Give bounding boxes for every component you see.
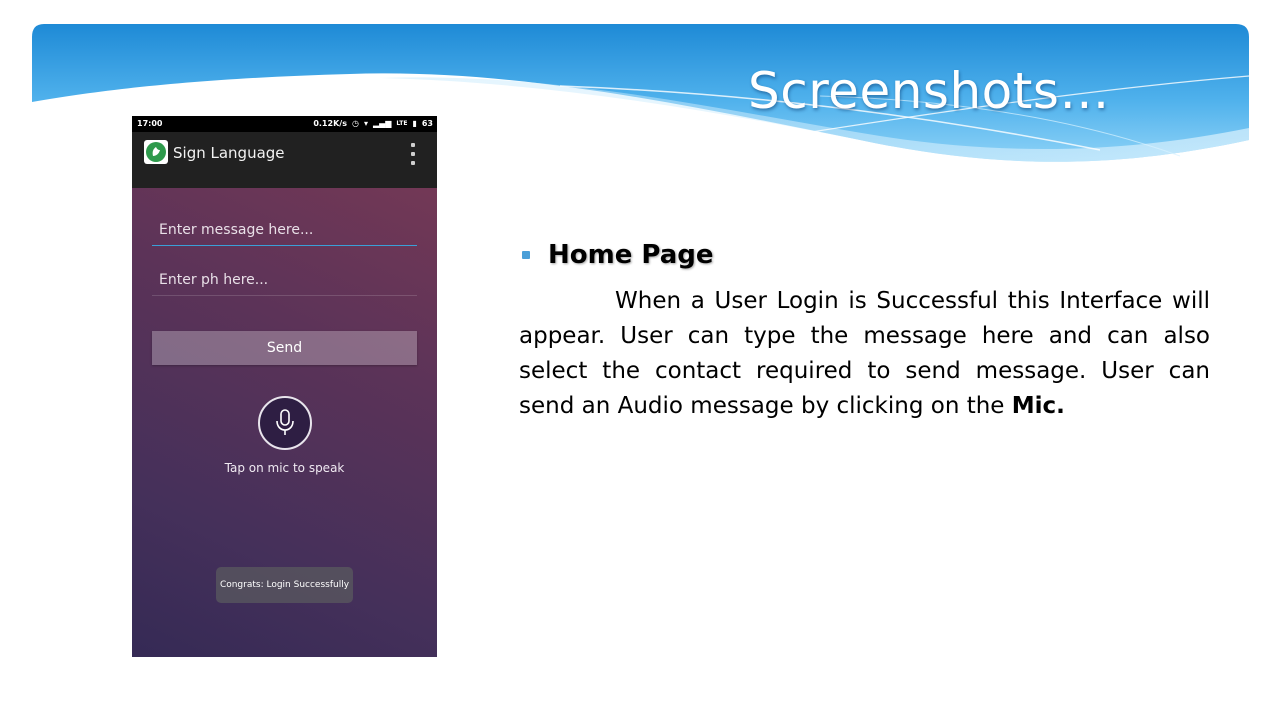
section-heading: Home Page [548, 240, 714, 270]
alarm-icon: ◷ [351, 119, 359, 128]
app-bar: Sign Language [132, 132, 437, 188]
mic-icon [276, 409, 294, 435]
mic-caption: Tap on mic to speak [224, 461, 345, 475]
login-toast: Congrats: Login Successfully [216, 567, 353, 603]
signal-icon: ▂▄▆ [372, 119, 392, 128]
app-title: Sign Language [173, 144, 285, 162]
wifi-icon: ▾ [363, 119, 368, 128]
network-type: LTE [396, 120, 408, 127]
bullet-marker [522, 251, 530, 259]
battery-level: 63 [421, 119, 433, 128]
mic-button[interactable] [258, 396, 312, 450]
phone-number-input[interactable]: Enter ph here... [152, 272, 417, 296]
status-bar: 17:00 0.12K/s ◷ ▾ ▂▄▆ LTE ▮ 63 [132, 116, 437, 132]
slide-title: Screenshots… [748, 62, 1110, 120]
battery-icon: ▮ [412, 119, 417, 128]
network-speed: 0.12K/s [313, 119, 347, 128]
description-text: When a User Login is Successful this Int… [519, 288, 1210, 419]
status-time: 17:00 [137, 119, 163, 128]
send-button[interactable]: Send [152, 331, 417, 365]
phone-screenshot: 17:00 0.12K/s ◷ ▾ ▂▄▆ LTE ▮ 63 Sign Lang… [132, 116, 437, 657]
description-emphasis: Mic. [1011, 393, 1065, 419]
description-paragraph: When a User Login is Successful this Int… [519, 284, 1210, 424]
overflow-menu-icon[interactable] [407, 143, 419, 165]
app-logo-icon [144, 140, 168, 164]
message-input[interactable]: Enter message here... [152, 222, 417, 246]
